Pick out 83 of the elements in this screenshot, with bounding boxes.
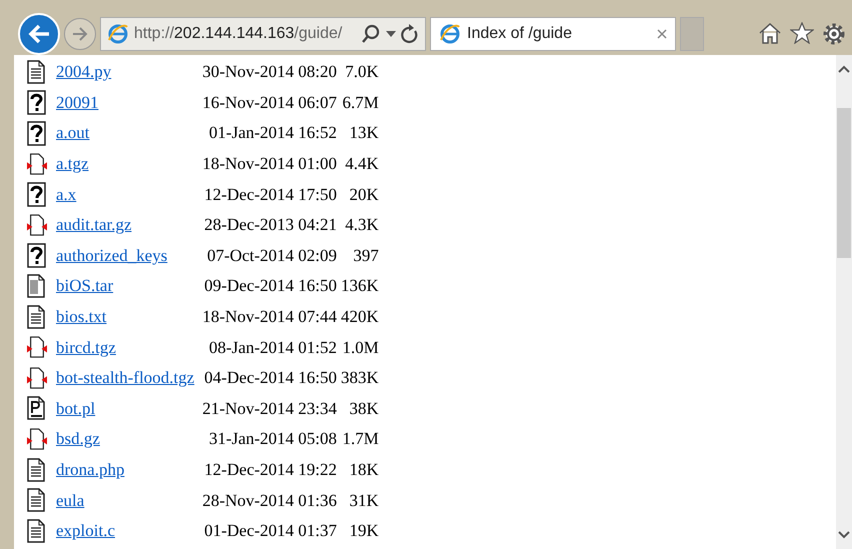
dropdown-icon[interactable] (386, 30, 396, 36)
file-link[interactable]: bios.txt (56, 307, 107, 326)
text-file-icon (27, 60, 47, 85)
file-link[interactable]: 2004.py (56, 62, 112, 82)
file-link[interactable]: eula (56, 490, 84, 510)
file-link[interactable]: bircd.tgz (56, 338, 116, 357)
file-size: 4.4K (345, 154, 379, 174)
file-link[interactable]: drona.php (56, 460, 124, 480)
refresh-icon[interactable] (401, 24, 419, 44)
modified-date: 18-Nov-2014 01:00 (202, 154, 337, 174)
file-size: 31K (349, 490, 379, 510)
settings-icon[interactable] (822, 22, 846, 46)
question-file-icon (27, 120, 47, 146)
compressed-file-icon (27, 366, 47, 391)
home-icon[interactable] (758, 22, 782, 44)
compressed-file-icon (27, 335, 47, 360)
file-link[interactable]: bot.pl (56, 398, 96, 418)
file-link[interactable]: bsd.gz (56, 429, 100, 448)
modified-date: 01-Dec-2014 01:37 (204, 521, 337, 540)
scroll-up-icon[interactable] (838, 65, 850, 73)
star-icon[interactable] (790, 22, 814, 44)
browser-tab[interactable]: Index of /guide (430, 16, 676, 50)
file-size: 38K (349, 398, 379, 418)
compressed-file-icon (27, 152, 47, 177)
question-file-icon (27, 182, 47, 208)
address-bar[interactable]: http://202.144.144.163/guide/ (100, 16, 426, 50)
modified-date: 04-Dec-2014 16:50 (204, 368, 337, 388)
file-size: 6.7M (342, 92, 379, 112)
file-size: 397 (353, 246, 379, 265)
text-file-icon (27, 518, 47, 544)
browser-logo-icon (439, 22, 461, 44)
scrollbar[interactable] (836, 55, 852, 549)
file-size: 19K (349, 521, 379, 540)
modified-date: 31-Jan-2014 05:08 (208, 429, 337, 448)
text-file-icon (27, 458, 47, 483)
modified-date: 09-Dec-2014 16:50 (204, 276, 337, 296)
modified-date: 07-Oct-2014 02:09 (207, 246, 337, 265)
file-size: 13K (349, 123, 379, 142)
modified-date: 18-Nov-2014 07:44 (202, 307, 337, 326)
file-size: 7.0K (345, 62, 379, 82)
file-link[interactable]: 20091 (56, 92, 98, 112)
modified-date: 16-Nov-2014 06:07 (202, 92, 337, 112)
text-file-icon (27, 304, 47, 330)
file-link[interactable]: a.x (56, 184, 76, 204)
file-size: 1.0M (342, 338, 379, 357)
browser-logo-icon (107, 22, 129, 44)
file-link[interactable]: a.tgz (56, 154, 89, 174)
url-text: http://202.144.144.163/guide/ (134, 24, 342, 42)
question-file-icon (27, 90, 47, 116)
file-link[interactable]: audit.tar.gz (56, 215, 132, 234)
file-link[interactable]: exploit.c (56, 521, 116, 540)
file-size: 383K (340, 368, 379, 388)
file-size: 1.7M (342, 429, 379, 448)
modified-date: 28-Dec-2013 04:21 (204, 215, 337, 234)
text-file-icon (27, 488, 47, 514)
file-size: 136K (340, 276, 379, 296)
modified-date: 12-Dec-2014 19:22 (204, 460, 337, 480)
modified-date: 21-Nov-2014 23:34 (202, 398, 337, 418)
script-file-icon (27, 396, 47, 422)
file-size: 4.3K (345, 215, 379, 234)
modified-date: 01-Jan-2014 16:52 (208, 123, 337, 142)
compressed-file-icon (27, 212, 47, 238)
back-button[interactable] (18, 12, 60, 54)
tar-file-icon (27, 274, 47, 299)
scroll-down-icon[interactable] (838, 531, 850, 539)
close-icon[interactable] (657, 28, 667, 38)
compressed-file-icon (27, 426, 47, 452)
modified-date: 08-Jan-2014 01:52 (208, 338, 337, 357)
file-link[interactable]: a.out (56, 123, 90, 142)
search-icon[interactable] (361, 24, 381, 44)
modified-date: 30-Nov-2014 08:20 (202, 62, 337, 82)
file-size: 420K (340, 307, 379, 326)
file-link[interactable]: authorized_keys (56, 246, 168, 265)
question-file-icon (27, 243, 47, 268)
modified-date: 28-Nov-2014 01:36 (202, 490, 337, 510)
file-link[interactable]: bot-stealth-flood.tgz (56, 368, 194, 388)
modified-date: 12-Dec-2014 17:50 (204, 184, 337, 204)
file-link[interactable]: biOS.tar (56, 276, 114, 296)
back-arrow-icon (28, 24, 50, 44)
forward-arrow-icon (72, 26, 88, 40)
file-size: 18K (349, 460, 379, 480)
file-size: 20K (349, 184, 379, 204)
scrollbar-thumb[interactable] (837, 108, 851, 258)
